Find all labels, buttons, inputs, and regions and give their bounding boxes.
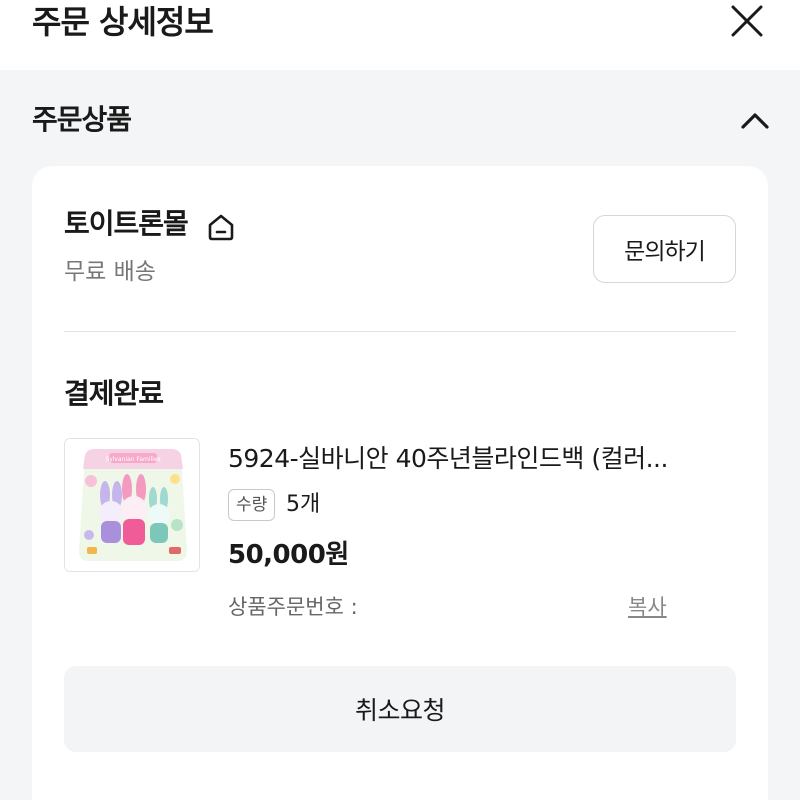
header-bar: 주문 상세정보 (0, 0, 800, 70)
inquiry-button[interactable]: 문의하기 (593, 215, 736, 283)
copy-order-number-link[interactable]: 복사 (628, 592, 667, 622)
page-title: 주문 상세정보 (32, 3, 214, 41)
quantity-value: 5개 (286, 492, 321, 517)
section-title: 주문상품 (32, 103, 132, 136)
cancel-request-button[interactable]: 취소요청 (64, 666, 736, 752)
order-items-section-header[interactable]: 주문상품 (0, 70, 800, 166)
order-item-card: 토이트론몰 무료 배송 문의하기 결제완료 Sylvanian Families (32, 166, 768, 800)
product-thumbnail[interactable]: Sylvanian Families (64, 438, 200, 572)
order-status: 결제완료 (64, 377, 164, 410)
close-icon[interactable] (730, 4, 764, 38)
seller-name[interactable]: 토이트론몰 (64, 206, 189, 242)
home-icon[interactable] (206, 212, 236, 242)
product-price: 50,000원 (228, 540, 349, 570)
order-number-label: 상품주문번호 : (228, 595, 358, 619)
product-name[interactable]: 5924-실바니안 40주년블라인드백 (컬러... (228, 442, 738, 476)
quantity-badge: 수량 (228, 489, 276, 521)
shipping-info: 무료 배송 (64, 259, 156, 285)
divider (64, 331, 736, 332)
chevron-up-icon[interactable] (740, 106, 770, 136)
thumbnail-brand: Sylvanian Families (105, 456, 160, 463)
